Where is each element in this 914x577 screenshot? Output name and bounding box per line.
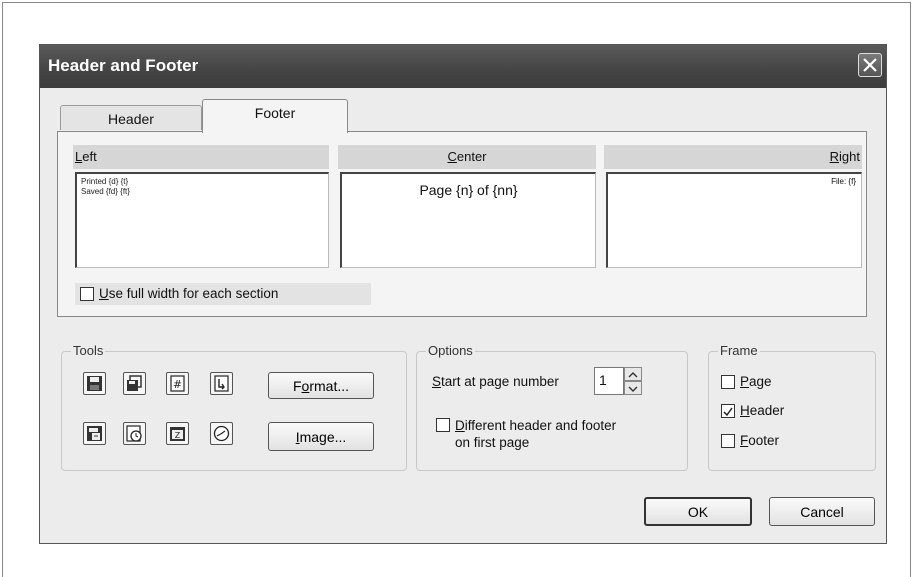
page-count-icon[interactable]: [210, 372, 233, 395]
checkmark-icon: [723, 407, 733, 417]
svg-text:Z: Z: [175, 431, 181, 440]
left-section-textbox[interactable]: Printed {d} {t} Saved {fd} {ft}: [75, 172, 329, 268]
full-width-label[interactable]: Use full width for each section: [99, 286, 278, 301]
different-first-page-label[interactable]: Different header and footer on first pag…: [455, 417, 616, 451]
frame-group-title: Frame: [718, 343, 760, 358]
ok-button[interactable]: OK: [644, 497, 752, 526]
options-group-title: Options: [426, 343, 475, 358]
header-footer-dialog: Header and Footer Header Footer Left Cen…: [39, 44, 887, 544]
file-date-icon[interactable]: [83, 422, 106, 445]
options-group: Options: [416, 343, 688, 471]
close-button[interactable]: [858, 53, 882, 77]
full-width-checkbox[interactable]: [80, 287, 94, 301]
time-icon[interactable]: [210, 422, 233, 445]
frame-page-label[interactable]: Page: [740, 374, 772, 389]
spin-down-button[interactable]: [624, 381, 642, 395]
start-page-label: Start at page number: [432, 374, 559, 389]
spin-up-button[interactable]: [624, 367, 642, 381]
image-button[interactable]: Image...: [268, 422, 374, 451]
svg-text:#: #: [173, 378, 182, 391]
left-line-1: Printed {d} {t}: [81, 177, 129, 186]
center-text: Page {n} of {nn}: [419, 182, 518, 198]
tab-footer[interactable]: Footer: [202, 99, 348, 133]
frame-footer-label[interactable]: Footer: [740, 433, 779, 448]
different-first-page-checkbox[interactable]: [436, 418, 450, 432]
right-section-label: Right: [604, 145, 862, 169]
frame-footer-checkbox[interactable]: [721, 434, 735, 448]
left-line-2: Saved {fd} {ft}: [81, 187, 130, 196]
tab-header[interactable]: Header: [60, 105, 202, 130]
close-icon: [863, 58, 877, 72]
file-time-icon[interactable]: [123, 422, 146, 445]
page-number-icon[interactable]: #: [166, 372, 189, 395]
frame-page-checkbox[interactable]: [721, 375, 735, 389]
right-section-textbox[interactable]: File: {f}: [606, 172, 862, 268]
frame-header-label[interactable]: Header: [740, 403, 784, 418]
chevron-up-icon: [628, 372, 638, 378]
center-section-label: Center: [338, 145, 596, 169]
dialog-title: Header and Footer: [48, 56, 199, 75]
start-page-input[interactable]: 1: [594, 367, 624, 395]
cancel-button[interactable]: Cancel: [769, 497, 875, 526]
format-button[interactable]: Format...: [268, 372, 374, 399]
chevron-down-icon: [628, 386, 638, 392]
save-all-icon[interactable]: [123, 372, 146, 395]
center-section-textbox[interactable]: Page {n} of {nn}: [340, 172, 596, 268]
left-section-label: Left: [73, 145, 329, 169]
right-text: File: {f}: [831, 177, 856, 186]
title-bar[interactable]: Header and Footer: [40, 45, 886, 88]
frame-header-checkbox[interactable]: [721, 404, 735, 418]
save-icon[interactable]: [83, 372, 106, 395]
tools-group-title: Tools: [71, 343, 106, 358]
tools-group: Tools: [61, 343, 407, 471]
date-icon[interactable]: Z: [166, 422, 189, 445]
